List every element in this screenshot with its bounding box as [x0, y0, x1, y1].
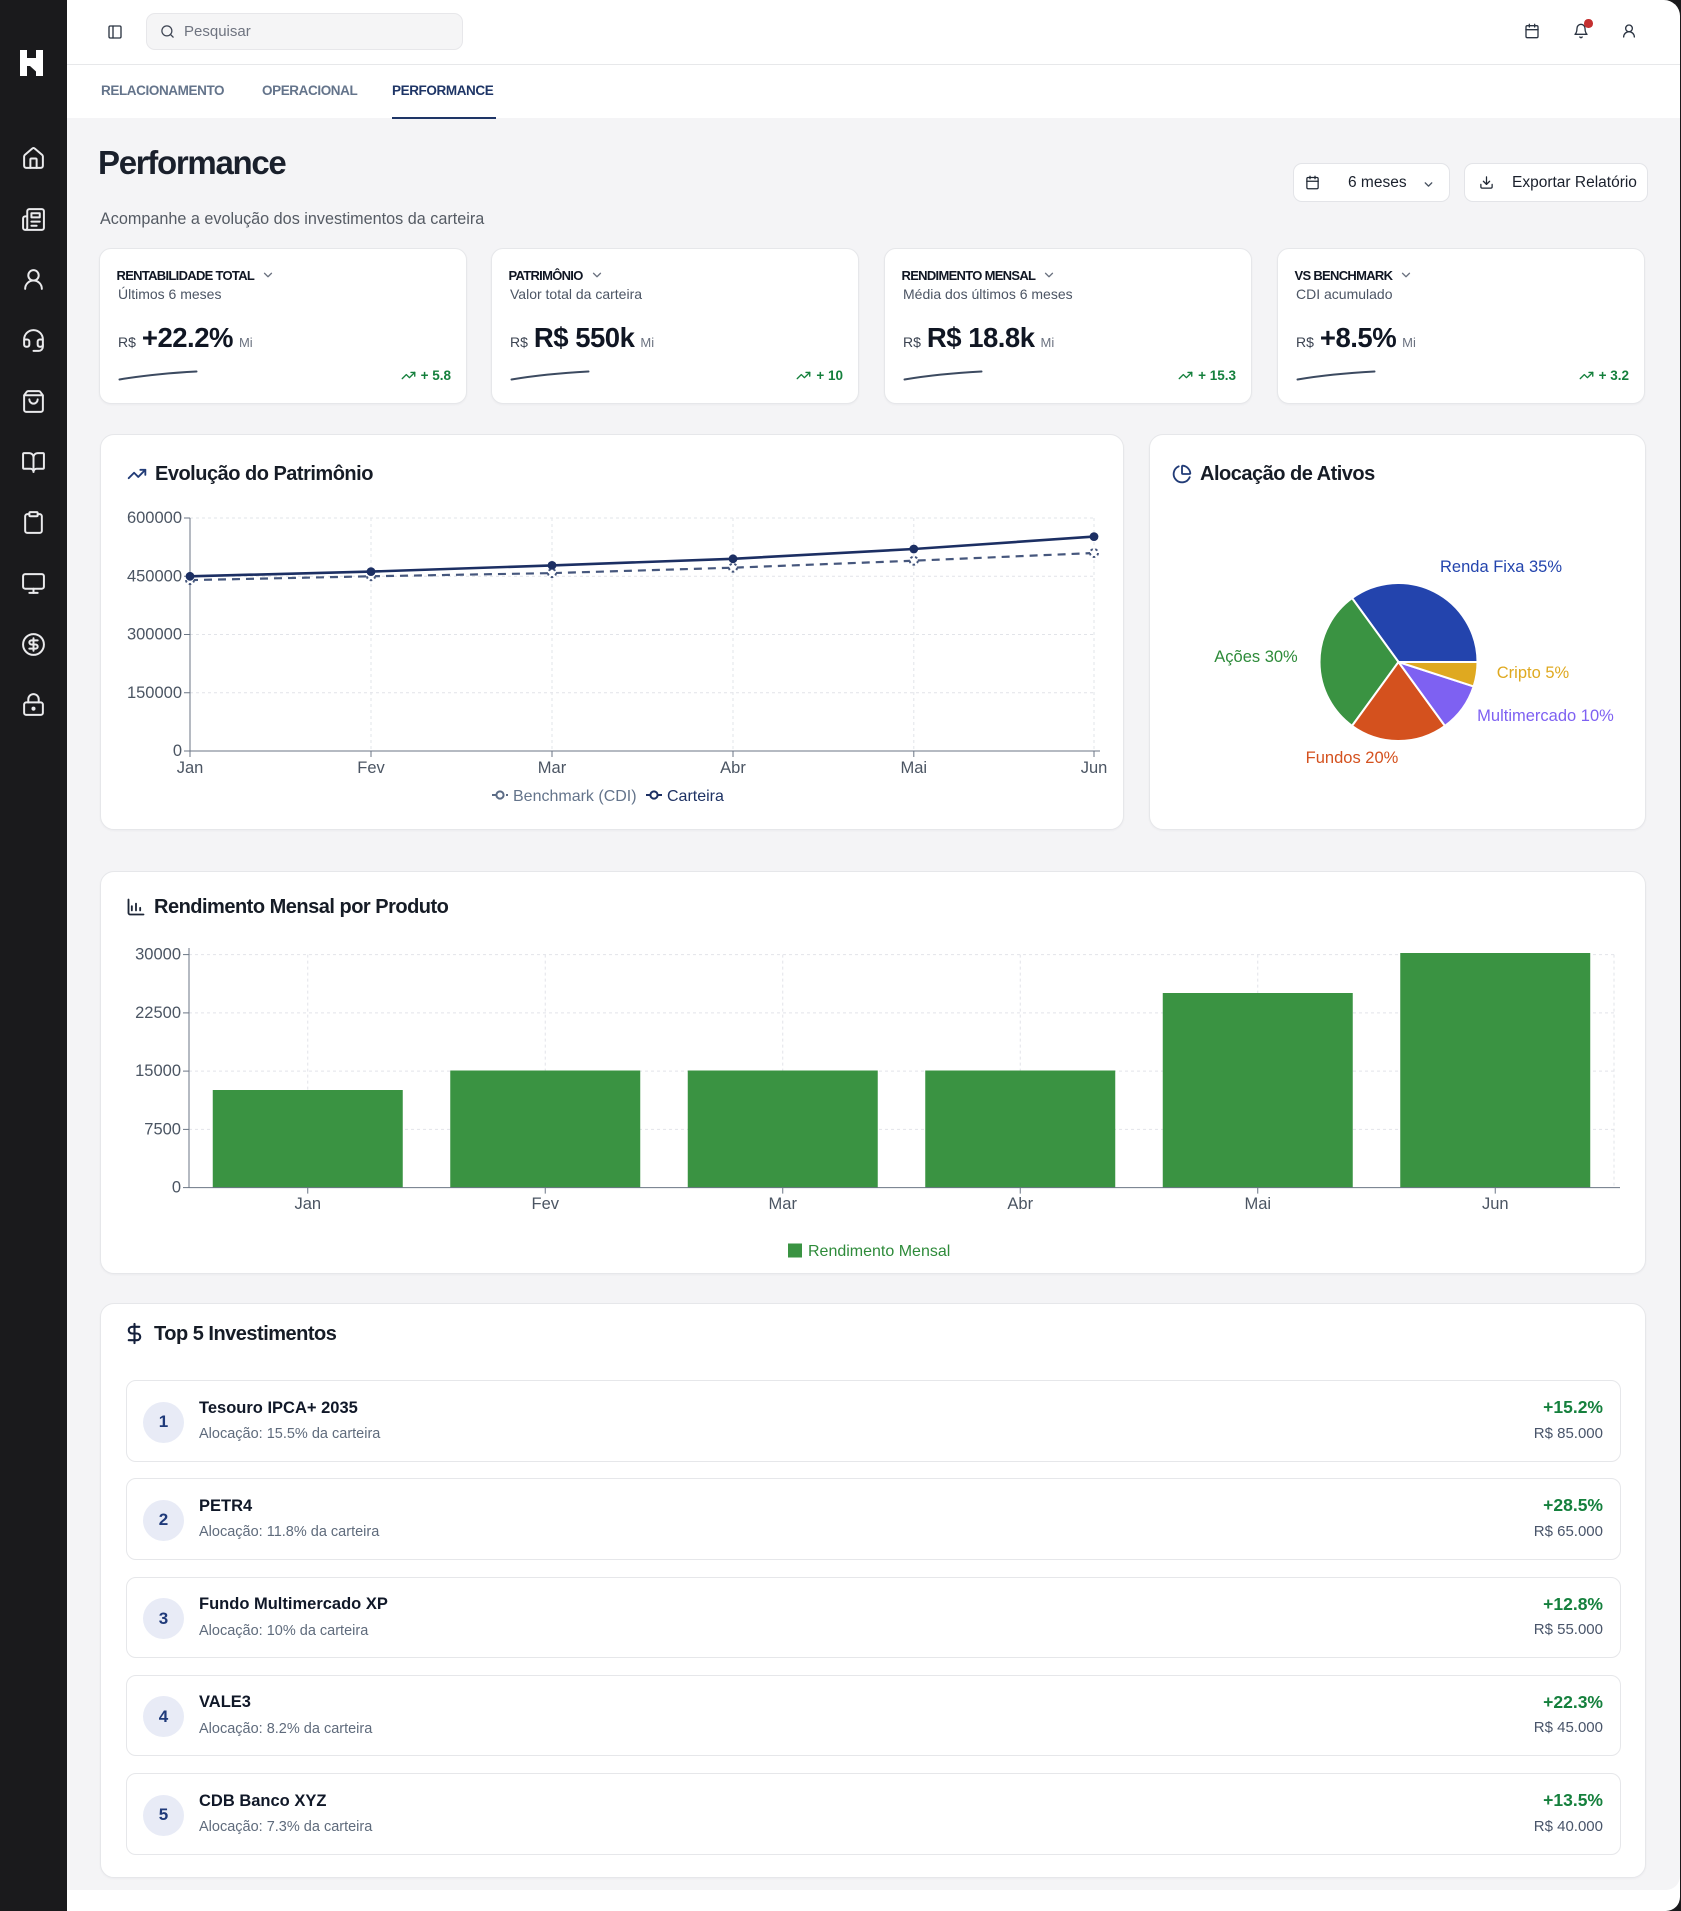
svg-text:Mar: Mar [538, 759, 567, 777]
svg-text:Jun: Jun [1482, 1195, 1509, 1213]
svg-text:0: 0 [173, 742, 182, 760]
svg-text:600000: 600000 [127, 509, 182, 527]
svg-text:300000: 300000 [127, 626, 182, 644]
svg-text:Multimercado 10%: Multimercado 10% [1477, 707, 1614, 725]
svg-text:Abr: Abr [720, 759, 746, 777]
svg-text:Mar: Mar [769, 1195, 798, 1213]
svg-text:Benchmark (CDI): Benchmark (CDI) [513, 788, 637, 805]
svg-text:30000: 30000 [135, 946, 181, 964]
svg-text:0: 0 [172, 1179, 181, 1197]
svg-text:450000: 450000 [127, 567, 182, 585]
svg-text:Fev: Fev [531, 1195, 559, 1213]
svg-text:15000: 15000 [135, 1062, 181, 1080]
svg-text:Renda Fixa 35%: Renda Fixa 35% [1440, 558, 1562, 576]
svg-text:Jan: Jan [177, 759, 204, 777]
svg-text:7500: 7500 [144, 1120, 181, 1138]
svg-text:Ações 30%: Ações 30% [1214, 648, 1298, 666]
svg-text:Fev: Fev [357, 759, 385, 777]
svg-text:150000: 150000 [127, 684, 182, 702]
svg-text:Jun: Jun [1081, 759, 1108, 777]
svg-text:Jan: Jan [294, 1195, 321, 1213]
svg-text:22500: 22500 [135, 1004, 181, 1022]
svg-text:Mai: Mai [901, 759, 928, 777]
svg-text:Mai: Mai [1244, 1195, 1271, 1213]
svg-text:Abr: Abr [1007, 1195, 1033, 1213]
svg-text:Rendimento Mensal: Rendimento Mensal [808, 1243, 950, 1260]
svg-text:Fundos 20%: Fundos 20% [1306, 749, 1399, 767]
svg-text:Cripto 5%: Cripto 5% [1497, 664, 1570, 682]
svg-text:Carteira: Carteira [667, 788, 724, 805]
